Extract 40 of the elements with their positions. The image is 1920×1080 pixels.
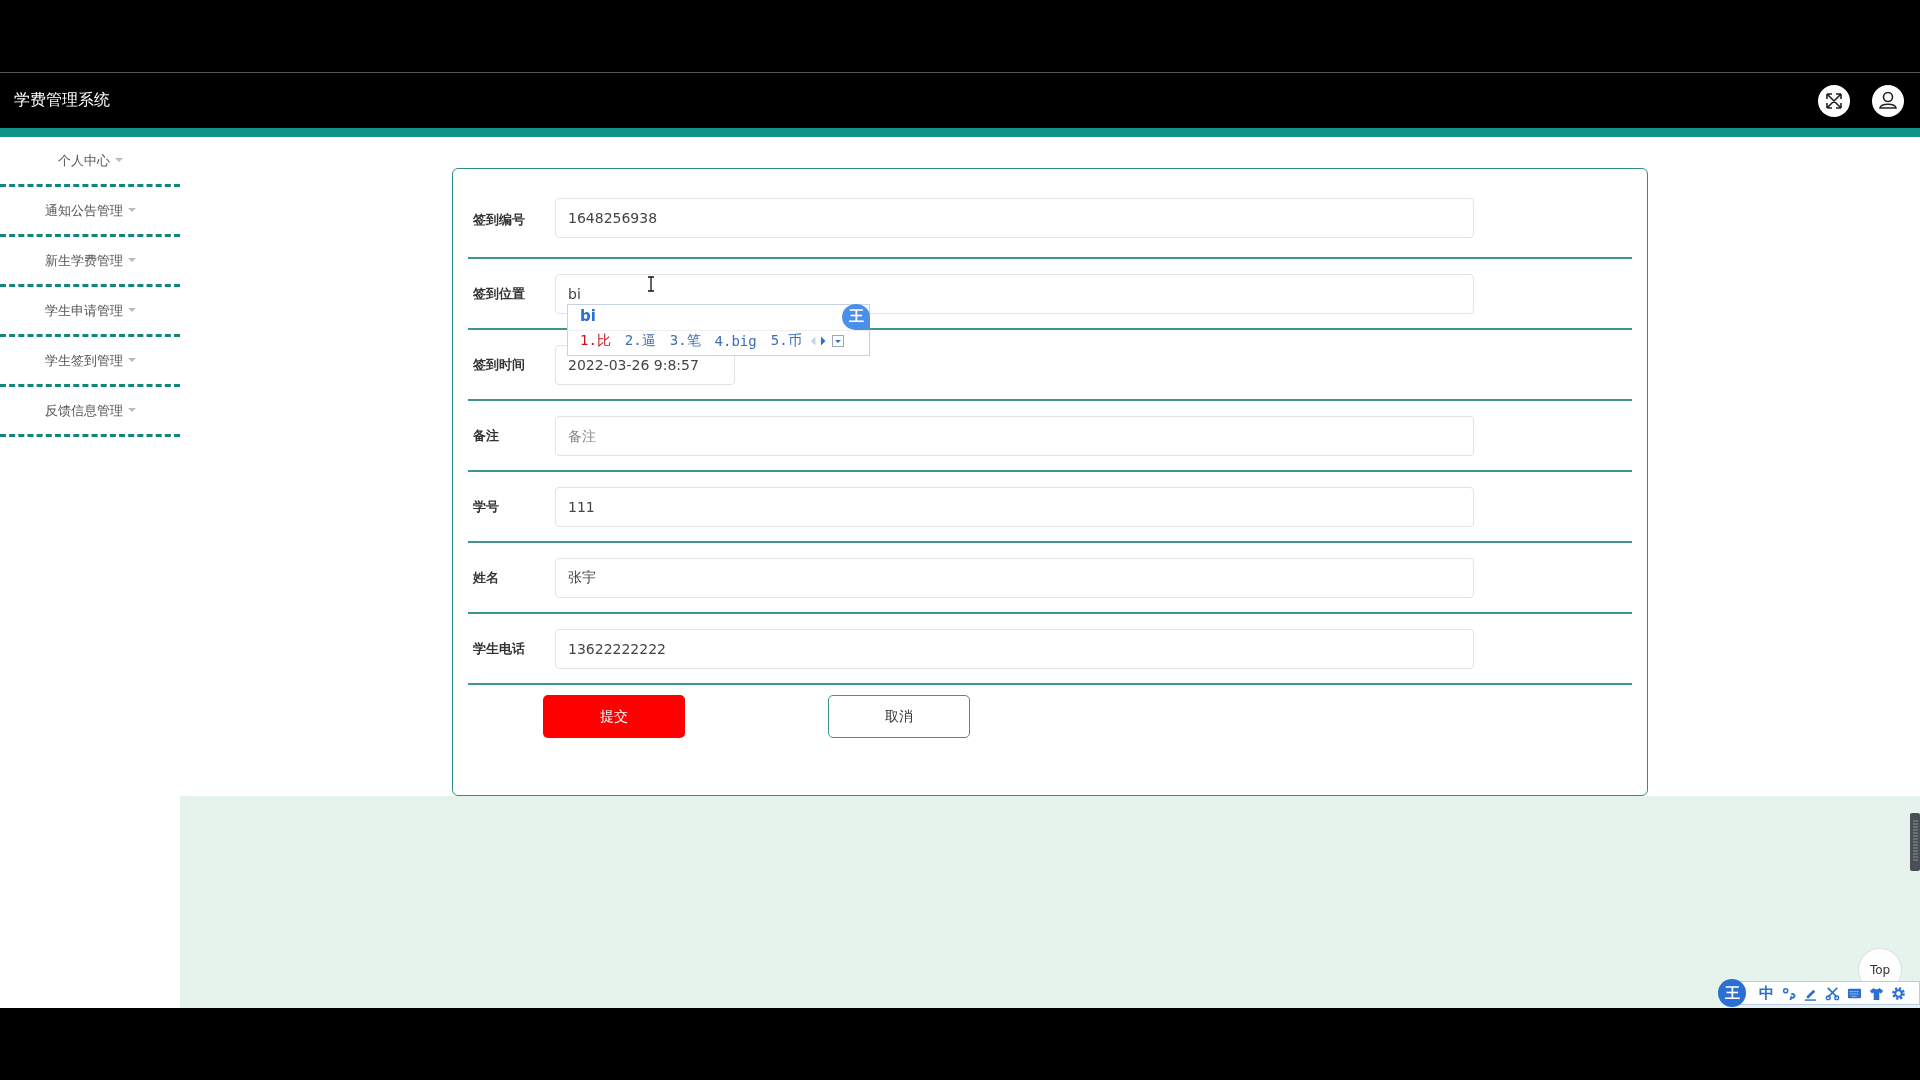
input-field[interactable]: 1648256938 (555, 198, 1474, 238)
sidebar-item[interactable]: 个人中心 (0, 137, 180, 187)
sidebar-item[interactable]: 通知公告管理 (0, 187, 180, 237)
cancel-button[interactable]: 取消 (828, 695, 970, 738)
submit-button[interactable]: 提交 (543, 695, 685, 738)
input-field[interactable]: 13622222222 (555, 628, 1474, 669)
caret-icon (127, 208, 136, 213)
fullscreen-icon[interactable] (1818, 84, 1850, 117)
input-field[interactable]: 张宇 (555, 557, 1474, 598)
caret-icon (127, 308, 136, 313)
field-label: 签到时间 (473, 355, 526, 374)
caret-icon (127, 258, 136, 263)
caret-icon (127, 358, 136, 363)
app-title: 学费管理系统 (14, 90, 110, 111)
expand-icon[interactable] (831, 334, 844, 347)
field-label: 签到编号 (473, 211, 526, 229)
sidebar-item[interactable]: 学生申请管理 (0, 287, 180, 337)
ime-logo[interactable]: 王 (1718, 979, 1746, 1007)
field-label: 学号 (473, 497, 500, 516)
text-cursor-icon (647, 276, 655, 292)
caret-icon (127, 408, 136, 413)
shirt-icon[interactable] (1869, 985, 1884, 1001)
user-icon[interactable] (1872, 84, 1904, 117)
caret-icon (114, 158, 123, 163)
ime-mode-toggle[interactable]: 中 (1759, 983, 1774, 1003)
sidebar-item[interactable]: 新生学费管理 (0, 237, 180, 287)
sidebar-item[interactable]: 反馈信息管理 (0, 387, 180, 437)
field-label: 学生电话 (473, 639, 526, 658)
punctuation-icon[interactable] (1781, 985, 1796, 1001)
field-label: 备注 (473, 426, 500, 445)
scissors-icon[interactable] (1825, 985, 1840, 1001)
input-field[interactable]: 备注 (555, 415, 1474, 456)
ime-logo: 王 (842, 303, 870, 330)
field-label: 姓名 (473, 568, 500, 587)
sidebar-item[interactable]: 学生签到管理 (0, 337, 180, 387)
field-label: 签到位置 (473, 284, 526, 303)
input-field[interactable]: 111 (555, 486, 1474, 527)
volume-meter-icon (1910, 813, 1920, 871)
ime-candidate[interactable]: 5.币 (770, 331, 802, 350)
settings-icon[interactable] (1891, 985, 1906, 1001)
